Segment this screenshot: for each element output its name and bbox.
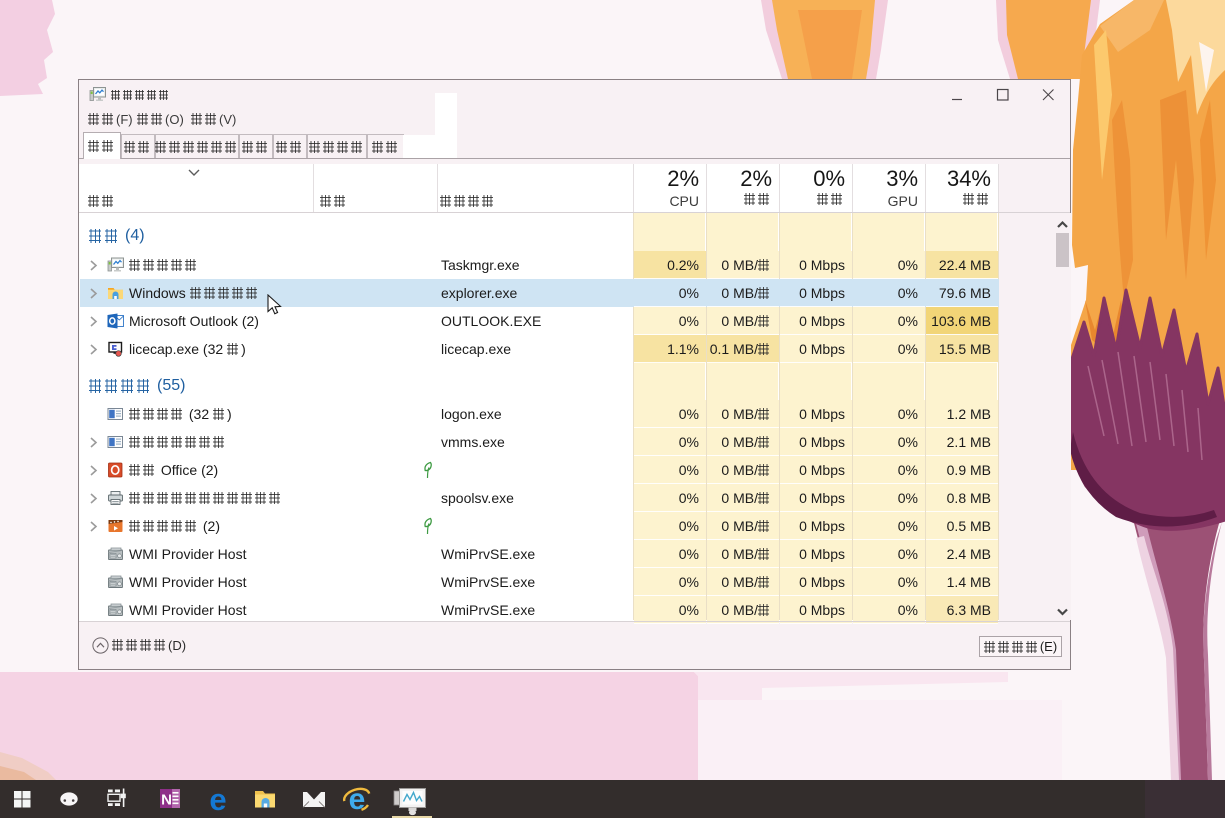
svg-text:N: N [161,792,172,809]
svg-text:e: e [209,782,226,817]
